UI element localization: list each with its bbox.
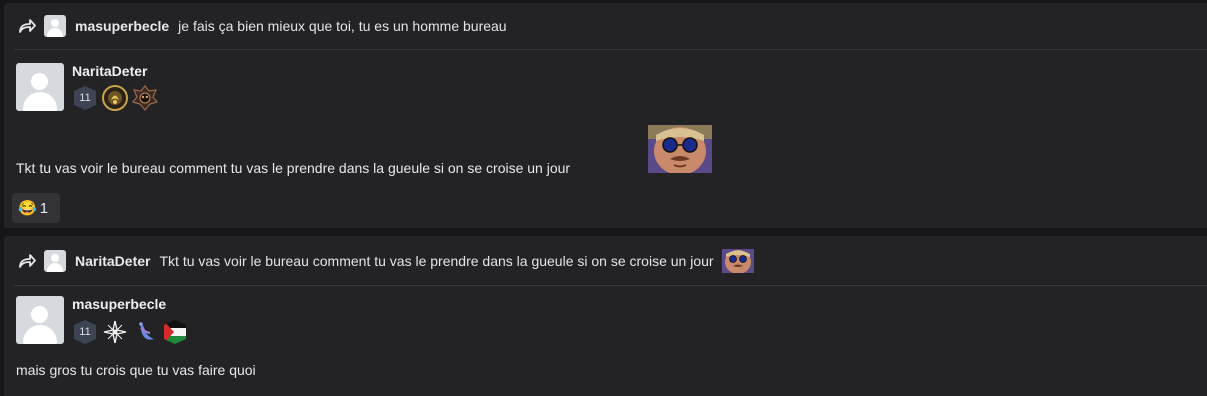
dark-crest-badge-icon[interactable]	[132, 85, 158, 111]
reply-username[interactable]: masuperbecle	[75, 18, 169, 34]
reply-preview[interactable]: masuperbecle je fais ça bien mieux que t…	[16, 13, 1207, 39]
reaction-count: 1	[39, 199, 49, 217]
compass-star-badge-icon[interactable]	[102, 319, 128, 345]
reply-preview[interactable]: NaritaDeter Tkt tu vas voir le bureau co…	[16, 248, 1207, 274]
avatar[interactable]	[16, 63, 64, 111]
reply-text: je fais ça bien mieux que toi, tu es un …	[178, 18, 507, 34]
reply-avatar[interactable]	[44, 250, 66, 272]
message-text: mais gros tu crois que tu vas faire quoi	[16, 362, 256, 378]
palestine-flag-badge-icon[interactable]	[162, 319, 188, 345]
author-name[interactable]: masuperbecle	[72, 296, 166, 312]
message-card: masuperbecle je fais ça bien mieux que t…	[4, 3, 1207, 228]
tears-of-joy-emoji-icon: 😂	[18, 200, 37, 217]
gold-medallion-badge-icon[interactable]	[102, 85, 128, 111]
message-text: Tkt tu vas voir le bureau comment tu vas…	[16, 160, 571, 176]
reply-arrow-icon	[16, 15, 38, 37]
author-name[interactable]: NaritaDeter	[72, 63, 147, 79]
message-card: NaritaDeter Tkt tu vas voir le bureau co…	[4, 236, 1207, 396]
reply-avatar[interactable]	[44, 15, 66, 37]
level-badge[interactable]: 11	[72, 85, 98, 111]
sunglasses-man-sticker-icon[interactable]	[648, 125, 712, 173]
badge-row: 11	[72, 85, 158, 111]
divider	[14, 285, 1207, 286]
badge-row: 11	[72, 319, 188, 345]
avatar[interactable]	[16, 296, 64, 344]
reply-arrow-icon	[16, 250, 38, 272]
reply-text: Tkt tu vas voir le bureau comment tu vas…	[159, 253, 714, 269]
level-badge[interactable]: 11	[72, 319, 98, 345]
divider	[14, 49, 1207, 50]
blue-bird-badge-icon[interactable]	[132, 319, 158, 345]
reaction-button[interactable]: 😂 1	[12, 193, 60, 223]
reply-username[interactable]: NaritaDeter	[75, 253, 150, 269]
sunglasses-man-sticker-icon[interactable]	[721, 249, 754, 273]
